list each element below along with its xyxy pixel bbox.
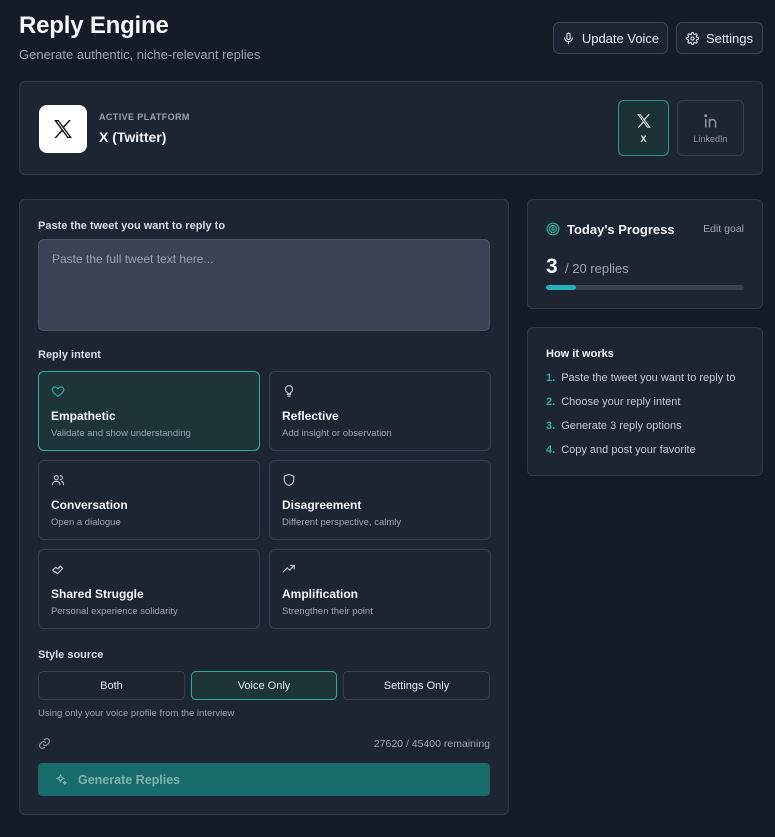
linkedin-icon [703,114,716,128]
sparkles-icon [56,774,67,785]
intent-disagreement[interactable]: Disagreement Different perspective, calm… [269,460,491,540]
intent-title: Empathetic [51,409,116,423]
generate-replies-button[interactable]: Generate Replies [38,763,490,796]
progress-bar-fill [546,285,576,290]
intent-desc: Personal experience solidarity [51,606,178,617]
intent-desc: Different perspective, calmly [282,517,402,528]
intent-empathetic[interactable]: Empathetic Validate and show understandi… [38,371,260,451]
users-icon [51,475,65,486]
how-step: 3. Generate 3 reply options [546,420,682,432]
step-text: Choose your reply intent [561,396,681,408]
progress-bar [546,285,744,290]
microphone-icon [563,32,573,44]
step-number: 2. [546,396,556,408]
x-logo-icon [636,114,651,128]
intent-title: Disagreement [282,498,362,512]
x-logo-icon [39,105,87,153]
edit-goal-link[interactable]: Edit goal [703,223,744,235]
heart-icon [51,386,65,397]
platform-option-label: X [640,134,647,144]
link-icon [39,738,50,749]
progress-card: Today's Progress Edit goal 3 / 20 replie… [527,199,763,309]
platform-option-x[interactable]: X [618,100,669,156]
progress-count: 3 [546,255,558,278]
style-option-both[interactable]: Both [38,671,185,700]
intent-title: Shared Struggle [51,587,144,601]
style-option-settings-only[interactable]: Settings Only [343,671,490,700]
lightbulb-icon [284,385,294,397]
intent-desc: Add insight or observation [282,428,392,439]
intent-title: Reflective [282,409,339,423]
shield-icon [283,473,295,487]
intent-desc: Open a dialogue [51,517,121,528]
intent-desc: Strengthen their point [282,606,373,617]
intent-reflective[interactable]: Reflective Add insight or observation [269,371,491,451]
update-voice-label: Update Voice [581,30,660,46]
platform-option-label: LinkedIn [693,134,728,144]
settings-button[interactable]: Settings [676,22,763,54]
platform-kicker: ACTIVE PLATFORM [99,112,190,122]
how-it-works-title: How it works [546,348,614,360]
tweet-label: Paste the tweet you want to reply to [38,220,226,232]
page-title: Reply Engine [19,12,169,39]
progress-title: Today's Progress [567,222,675,237]
generate-label: Generate Replies [78,772,181,787]
settings-label: Settings [706,30,753,46]
step-text: Copy and post your favorite [561,444,696,456]
compose-card: Paste the tweet you want to reply to Rep… [19,199,509,815]
intent-conversation[interactable]: Conversation Open a dialogue [38,460,260,540]
tweet-input[interactable] [38,239,490,331]
target-icon [546,222,560,236]
step-number: 1. [546,372,556,384]
gear-icon [686,31,699,45]
intent-label: Reply intent [38,349,101,361]
platform-card: ACTIVE PLATFORM X (Twitter) X LinkedIn [19,81,763,175]
step-number: 3. [546,420,556,432]
how-step: 4. Copy and post your favorite [546,444,696,456]
platform-name: X (Twitter) [99,129,167,145]
page-subtitle: Generate authentic, niche-relevant repli… [19,47,261,62]
handshake-icon [52,565,64,575]
intent-title: Amplification [282,587,359,601]
style-option-voice-only[interactable]: Voice Only [191,671,337,700]
trending-up-icon [282,564,295,573]
intent-desc: Validate and show understanding [51,428,191,439]
style-source-label: Style source [38,649,104,661]
intent-shared-struggle[interactable]: Shared Struggle Personal experience soli… [38,549,260,629]
progress-goal: / 20 replies [565,261,629,276]
platform-option-linkedin[interactable]: LinkedIn [677,100,744,156]
how-it-works-card: How it works 1. Paste the tweet you want … [527,327,763,476]
how-step: 1. Paste the tweet you want to reply to [546,372,735,384]
intent-title: Conversation [51,498,128,512]
how-step: 2. Choose your reply intent [546,396,680,408]
step-number: 4. [546,444,556,456]
update-voice-button[interactable]: Update Voice [553,22,668,54]
step-text: Paste the tweet you want to reply to [561,372,736,384]
intent-amplification[interactable]: Amplification Strengthen their point [269,549,491,629]
style-note: Using only your voice profile from the i… [38,708,235,719]
remaining-count: 27620 / 45400 remaining [373,738,490,750]
step-text: Generate 3 reply options [561,420,682,432]
